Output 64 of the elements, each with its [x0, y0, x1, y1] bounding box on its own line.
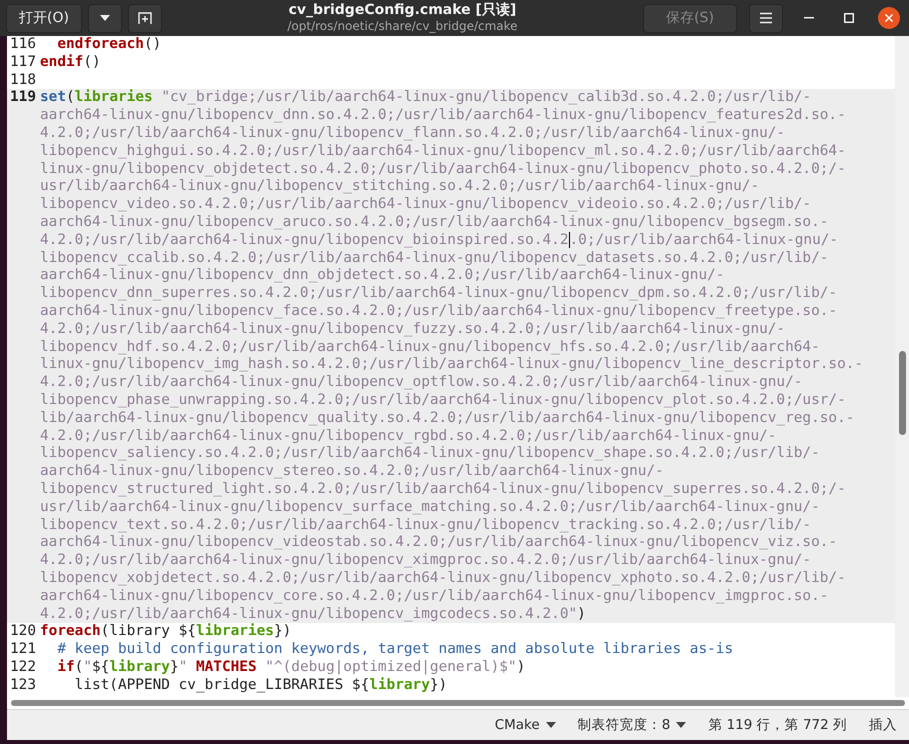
insert-mode: 插入 — [869, 716, 897, 734]
caret-down-icon — [546, 722, 556, 728]
tab-width-selector[interactable]: 制表符宽度：8 — [578, 716, 686, 734]
code-line: libopencv_phase_unwrapping.so.4.2.0;/usr/lib/aarch64-linux-gnu/libopencv_plot.so.4.2.0;/usr/- — [40, 392, 846, 410]
code-line: libopencv_hdf.so.4.2.0;/usr/lib/aarch64-linux-gnu/libopencv_hfs.so.4.2.0;/usr/lib/aarch64- — [40, 338, 820, 356]
code-line: # keep build configuration keywords, target names and absolute libraries as-is — [56, 641, 734, 659]
vertical-scrollbar[interactable] — [895, 36, 909, 697]
code-line: aarch64-linux-gnu/libopencv_dnn_objdetect.so.4.2.0;/usr/lib/aarch64-linux-gnu/- — [40, 267, 724, 286]
file-path: /opt/ros/noetic/share/cv_bridge/cmake — [287, 19, 518, 34]
code-line: 4.2.0;/usr/lib/aarch64-linux-gnu/libopencv_flann.so.4.2.0;/usr/lib/aarch64-linux-gnu/- — [40, 124, 786, 143]
line-number: 122 — [9, 658, 37, 677]
code-line: libopencv_video.so.4.2.0;/usr/lib/aarch64-linux-gnu/libopencv_videoio.so.4.2.0;/usr/lib/- — [40, 196, 812, 214]
caret-down-icon — [100, 15, 110, 21]
line-number: 121 — [9, 641, 37, 659]
window-title: cv_bridgeConfig.cmake [只读] — [288, 2, 516, 20]
code-line: aarch64-linux-gnu/libopencv_stereo.so.4.2.0;/usr/lib/aarch64-linux-gnu/- — [40, 463, 664, 481]
caret-down-icon — [676, 722, 686, 728]
code-line: endif() — [40, 54, 101, 72]
code-line: lib/aarch64-linux-gnu/libopencv_quality.so.4.2.0;/usr/lib/aarch64-linux-gnu/libopencv_reg.so.- — [40, 410, 854, 428]
code-line: aarch64-linux-gnu/libopencv_aruco.so.4.2.0;/usr/lib/aarch64-linux-gnu/libopencv_bgsegm.so.- — [40, 214, 828, 232]
code-line: aarch64-linux-gnu/libopencv_core.so.4.2.0;/usr/lib/aarch64-linux-gnu/libopencv_imgproc.so.- — [40, 588, 828, 606]
code-line: usr/lib/aarch64-linux-gnu/libopencv_stitching.so.4.2.0;/usr/lib/aarch64-linux-gnu/- — [40, 178, 760, 196]
close-icon — [878, 7, 900, 29]
code-line: 4.2.0;/usr/lib/aarch64-linux-gnu/libopencv_ximgproc.so.4.2.0;/usr/lib/aarch64-linux-gnu/- — [40, 552, 812, 570]
open-button[interactable]: 打开(O) — [6, 4, 82, 32]
new-tab-button[interactable] — [128, 4, 162, 32]
code-line: aarch64-linux-gnu/libopencv_face.so.4.2.0;/usr/lib/aarch64-linux-gnu/libopencv_freetype.so.- — [40, 302, 838, 321]
code-line: libopencv_highgui.so.4.2.0;/usr/lib/aarch64-linux-gnu/libopencv_ml.so.4.2.0;/usr/lib/aarch64- — [40, 142, 846, 161]
line-number: 120 — [9, 623, 37, 642]
new-tab-icon — [138, 11, 152, 25]
code-line: list(APPEND cv_bridge_LIBRARIES ${library}) — [74, 676, 448, 694]
minimize-icon — [804, 17, 814, 19]
code-line: libopencv_ccalib.so.4.2.0;/usr/lib/aarch64-linux-gnu/libopencv_datasets.so.4.2.0;/usr/lib/- — [40, 250, 828, 268]
language-selector[interactable]: CMake — [494, 717, 556, 733]
cursor-position: 第 119 行，第 772 列 — [708, 716, 847, 734]
code-line: libopencv_dnn_superres.so.4.2.0;/usr/lib/aarch64-linux-gnu/libopencv_dpm.so.4.2.0;/usr/lib/- — [40, 285, 838, 303]
line-number: 116 — [9, 36, 37, 54]
code-line: aarch64-linux-gnu/libopencv_videostab.so.4.2.0;/usr/lib/aarch64-linux-gnu/libopencv_viz.so.- — [40, 534, 838, 552]
line-number: 118 — [9, 72, 37, 90]
line-number: 123 — [9, 676, 37, 694]
line-number: 119 — [9, 89, 37, 108]
maximize-icon — [844, 13, 854, 23]
menu-button[interactable] — [749, 4, 783, 32]
code-line: set(libraries "cv_bridge;/usr/lib/aarch64-linux-gnu/libopencv_calib3d.so.4.2.0;/usr/lib/- — [40, 89, 812, 108]
code-line: usr/lib/aarch64-linux-gnu/libopencv_surface_matching.so.4.2.0;/usr/lib/aarch64-linux-gnu/- — [40, 498, 820, 517]
code-line: if("${library}" MATCHES "^(debug|optimized|general)$") — [56, 658, 526, 677]
code-line: 4.2.0;/usr/lib/aarch64-linux-gnu/libopencv_rgbd.so.4.2.0;/usr/lib/aarch64-linux-gnu/- — [40, 428, 776, 446]
code-line: 4.2.0;/usr/lib/aarch64-linux-gnu/libopencv_imgcodecs.so.4.2.0") — [40, 606, 586, 623]
code-line: libopencv_text.so.4.2.0;/usr/lib/aarch64-linux-gnu/libopencv_tracking.so.4.2.0;/usr/lib/- — [40, 516, 812, 534]
open-menu-button[interactable] — [88, 4, 122, 32]
code-line: linux-gnu/libopencv_img_hash.so.4.2.0;/usr/lib/aarch64-linux-gnu/libopencv_line_descriptor.so.- — [40, 356, 864, 374]
close-button[interactable] — [875, 4, 903, 32]
menu-icon — [759, 12, 773, 24]
line-number: 117 — [9, 54, 37, 72]
code-line: 4.2.0;/usr/lib/aarch64-linux-gnu/libopencv_bioinspired.so.4.2.0;/usr/lib/aarch64-linux-gnu/- — [40, 232, 838, 250]
code-line: 4.2.0;/usr/lib/aarch64-linux-gnu/libopencv_optflow.so.4.2.0;/usr/lib/aarch64-linux-gnu/- — [40, 374, 802, 392]
code-line: 4.2.0;/usr/lib/aarch64-linux-gnu/libopencv_fuzzy.so.4.2.0;/usr/lib/aarch64-linux-gnu/- — [40, 320, 786, 339]
code-line: foreach(library ${libraries}) — [40, 623, 292, 642]
code-line: aarch64-linux-gnu/libopencv_dnn.so.4.2.0;/usr/lib/aarch64-linux-gnu/libopencv_features2d.so.- — [40, 107, 846, 125]
code-line: libopencv_saliency.so.4.2.0;/usr/lib/aarch64-linux-gnu/libopencv_shape.so.4.2.0;/usr/lib/- — [40, 445, 820, 464]
code-line: linux-gnu/libopencv_objdetect.so.4.2.0;/usr/lib/aarch64-linux-gnu/libopencv_photo.so.4.2.0;/- — [40, 160, 846, 178]
code-line: libopencv_xobjdetect.so.4.2.0;/usr/lib/aarch64-linux-gnu/libopencv_xphoto.so.4.2.0;/usr/lib/- — [40, 570, 846, 588]
code-line: libopencv_structured_light.so.4.2.0;/usr/lib/aarch64-linux-gnu/libopencv_superres.so.4.2.0;/- — [40, 480, 846, 499]
code-line: endforeach() — [56, 36, 162, 54]
